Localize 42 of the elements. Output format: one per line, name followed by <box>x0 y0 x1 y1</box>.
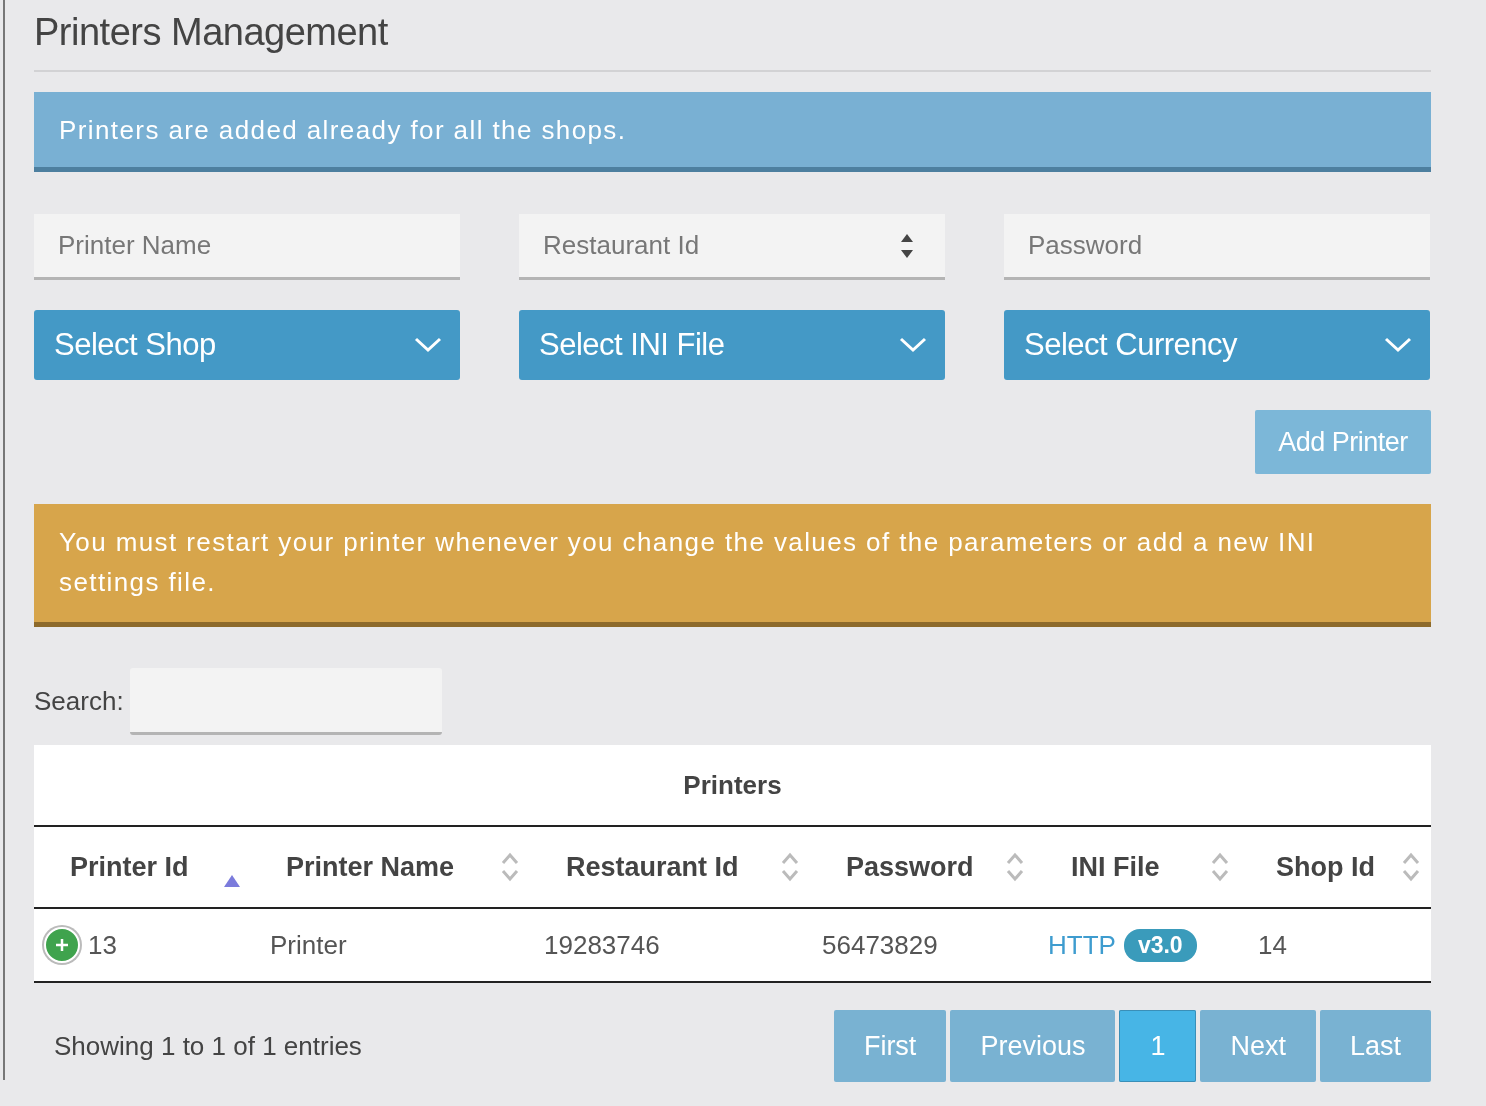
column-header[interactable]: Printer Name <box>250 851 530 883</box>
table-cell: 19283746 <box>544 929 660 961</box>
sort-icon[interactable] <box>1210 852 1230 882</box>
page-title: Printers Management <box>34 10 389 55</box>
table-cell: Printer <box>270 929 347 961</box>
input-field[interactable]: Restaurant Id <box>519 214 945 280</box>
select-dropdown[interactable]: Select Shop <box>34 310 460 380</box>
sort-ascending-icon[interactable] <box>224 875 240 887</box>
version-badge: v3.0 <box>1123 928 1197 962</box>
pagination-button[interactable]: Previous <box>950 1010 1116 1082</box>
select-dropdown[interactable]: Select Currency <box>1004 310 1430 380</box>
pagination-button[interactable]: First <box>833 1010 947 1082</box>
sort-icon[interactable] <box>780 852 800 882</box>
table-caption: Printers <box>682 768 783 802</box>
column-header[interactable]: Restaurant Id <box>530 851 810 883</box>
sort-icon[interactable] <box>1005 852 1025 882</box>
input-field[interactable]: Password <box>1004 214 1430 280</box>
expand-icon[interactable] <box>44 927 80 963</box>
chevron-down-icon <box>414 337 442 353</box>
chevron-down-icon <box>1384 337 1412 353</box>
column-header[interactable]: INI File <box>1035 851 1240 883</box>
table-cell: 14 <box>1258 929 1287 961</box>
column-header[interactable]: Printer Id <box>34 847 250 887</box>
column-header[interactable]: Shop Id <box>1240 851 1431 883</box>
add-printer-button[interactable]: Add Printer <box>1255 410 1431 474</box>
select-dropdown[interactable]: Select INI File <box>519 310 945 380</box>
sort-icon[interactable] <box>500 852 520 882</box>
chevron-down-icon <box>899 337 927 353</box>
pagination-button[interactable]: 1 <box>1119 1010 1197 1082</box>
table-cell: 56473829 <box>822 929 938 961</box>
entries-info: Showing 1 to 1 of 1 entries <box>54 1030 362 1062</box>
table-cell: 13 <box>88 929 117 961</box>
warning-alert: You must restart your printer whenever you change the values of the parameters or add a new INI settings file. <box>34 504 1431 627</box>
search-label: Search: <box>34 686 124 717</box>
search-field[interactable] <box>129 668 442 735</box>
ini-file-link[interactable]: HTTP <box>1048 929 1116 961</box>
pagination-button[interactable]: Next <box>1200 1010 1316 1082</box>
column-header[interactable]: Password <box>810 851 1035 883</box>
info-alert: Printers are added already for all the shops. <box>34 92 1431 172</box>
sort-icon[interactable] <box>1401 852 1421 882</box>
input-field[interactable]: Printer Name <box>34 214 460 280</box>
pagination-button[interactable]: Last <box>1319 1010 1431 1082</box>
